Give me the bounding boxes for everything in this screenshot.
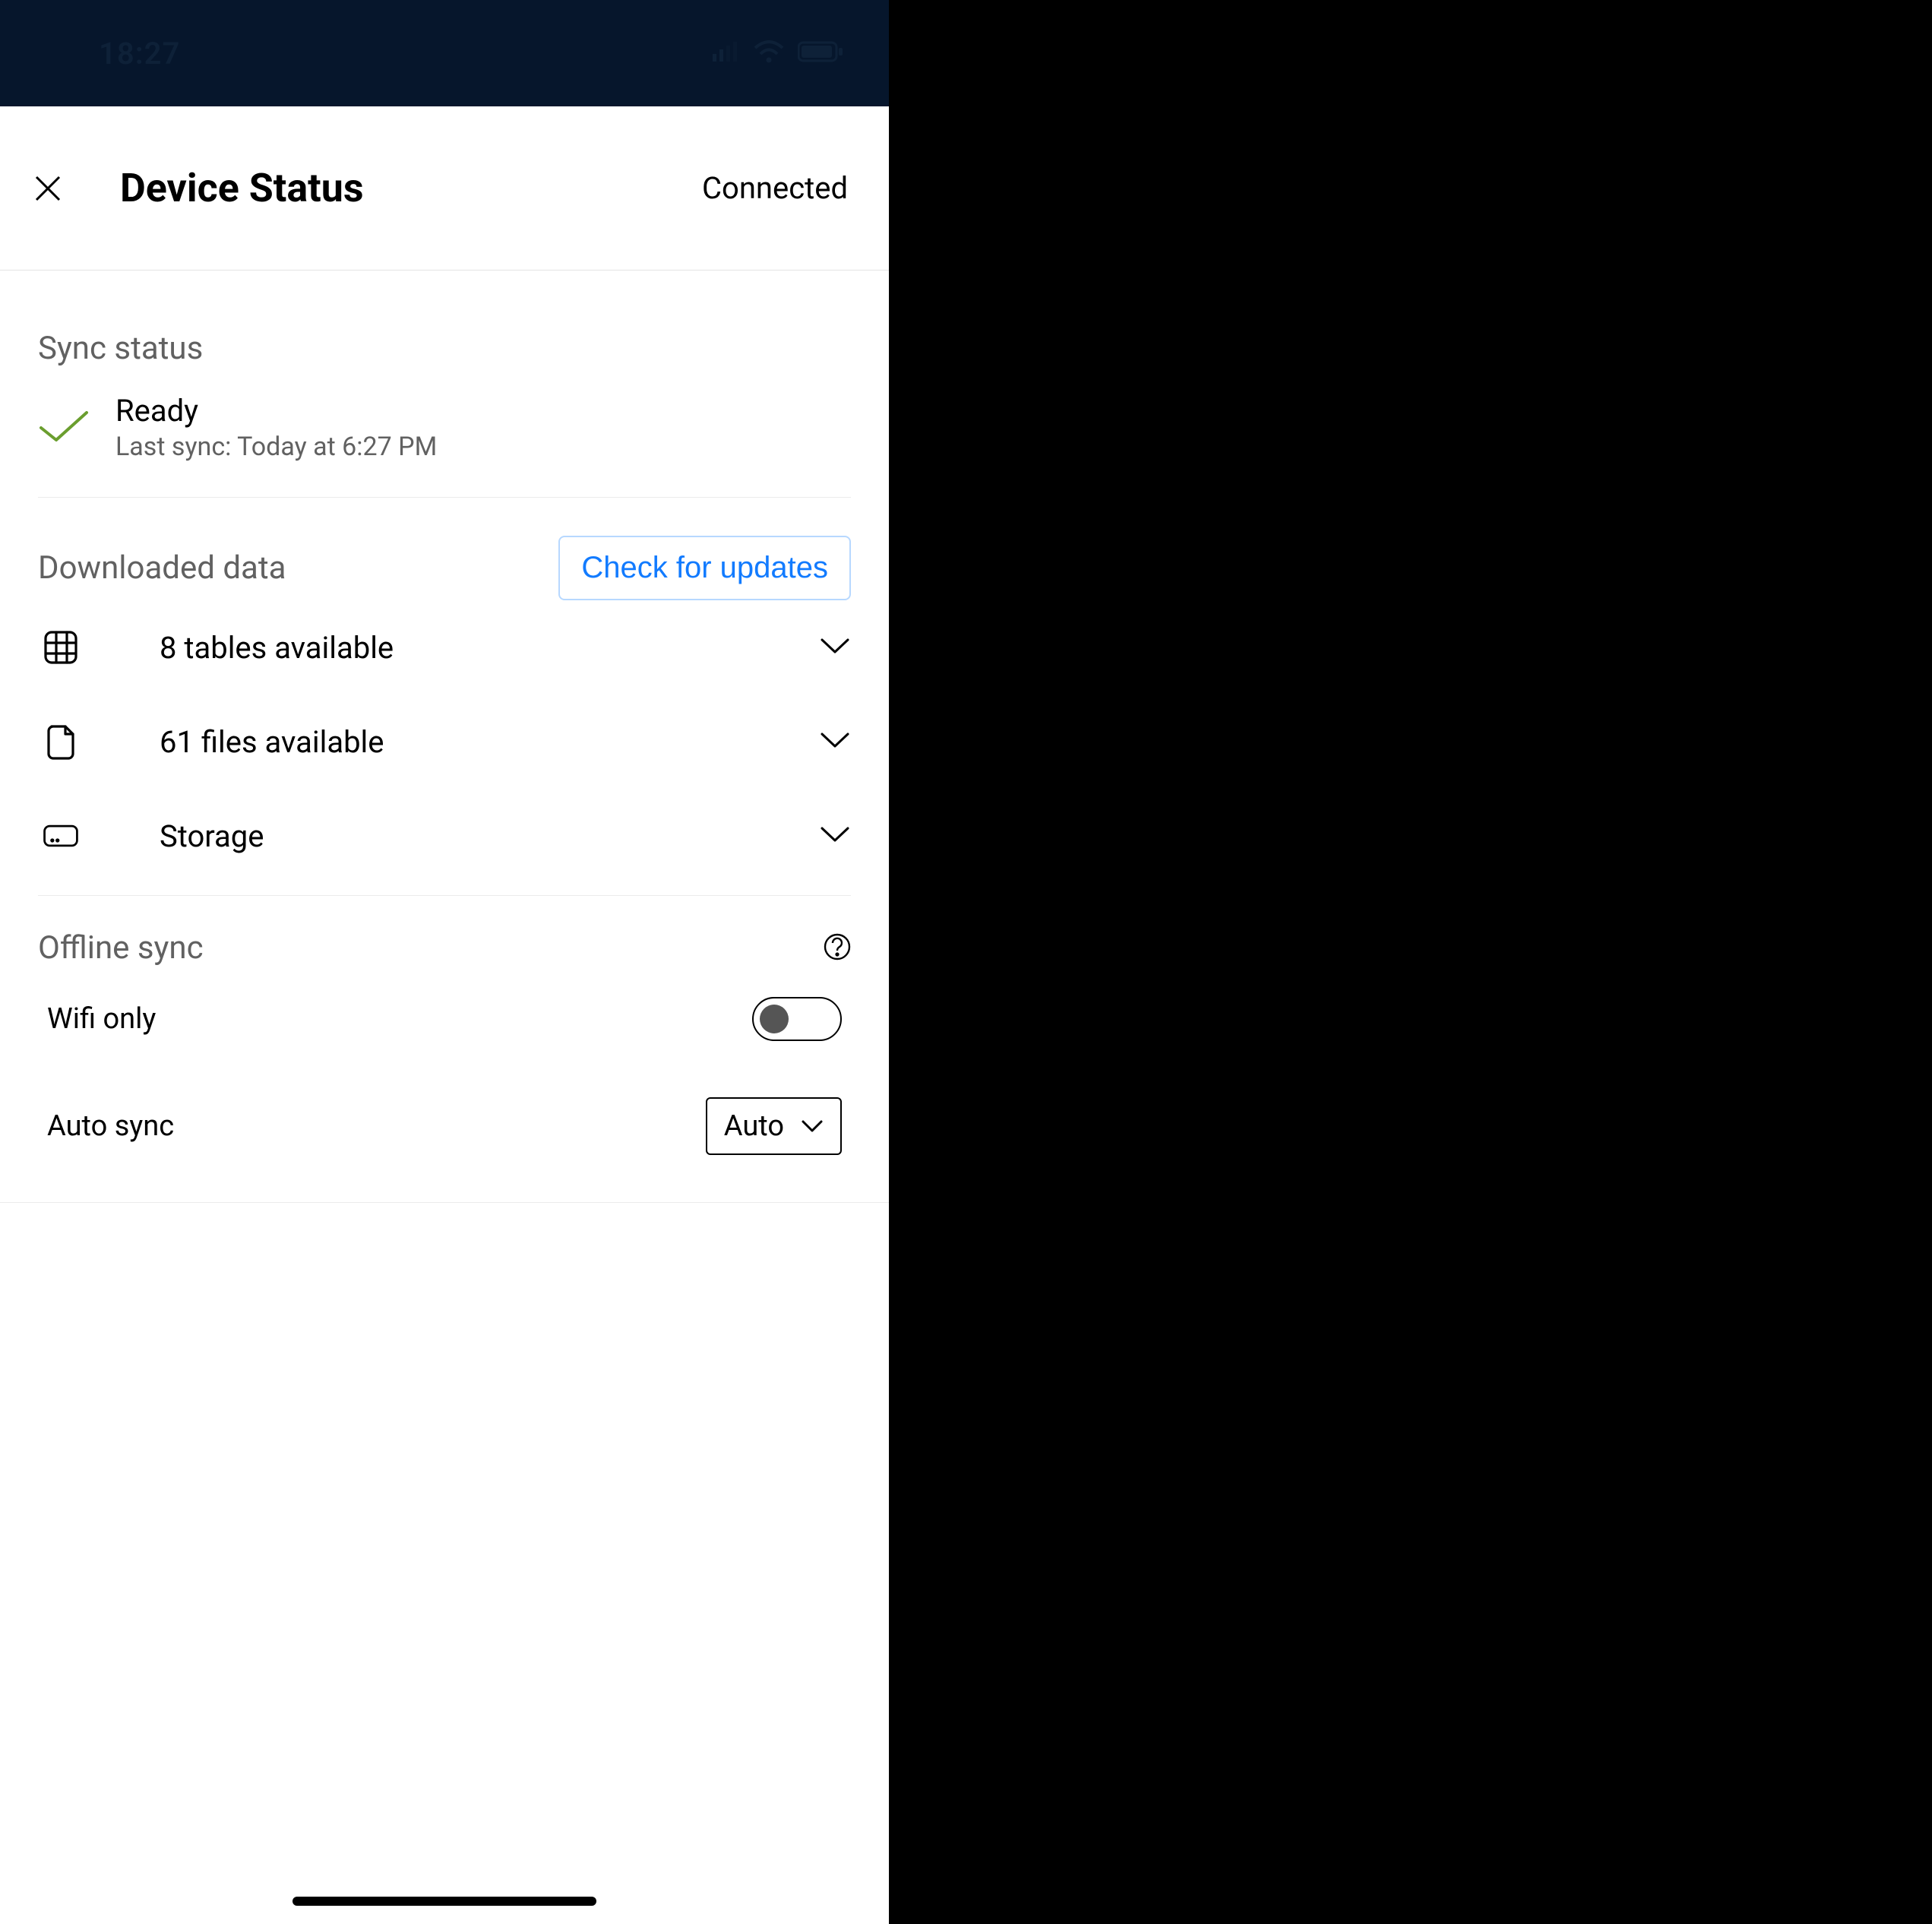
- downloaded-data-heading: Downloaded data: [38, 549, 286, 587]
- battery-icon: [798, 41, 843, 65]
- cellular-icon: [713, 42, 740, 65]
- app-screen: 18:27 Device Status Connected Sync statu…: [0, 0, 889, 1924]
- close-icon: [33, 173, 63, 204]
- auto-sync-label: Auto sync: [47, 1109, 174, 1143]
- close-button[interactable]: [29, 169, 67, 207]
- connection-status: Connected: [702, 170, 848, 206]
- auto-sync-select[interactable]: Auto: [706, 1097, 842, 1155]
- tables-row[interactable]: 8 tables available: [38, 600, 851, 695]
- offline-sync-section: Offline sync Wifi only Auto sync Auto: [0, 896, 889, 1203]
- file-icon: [41, 722, 81, 761]
- auto-sync-row: Auto sync Auto: [38, 1055, 851, 1169]
- sync-status-text: Ready Last sync: Today at 6:27 PM: [115, 393, 437, 462]
- chevron-down-icon: [801, 1119, 824, 1134]
- sync-status-heading: Sync status: [38, 330, 851, 367]
- downloaded-data-section: Downloaded data Check for updates 8 tabl…: [0, 498, 889, 896]
- nav-bar: Device Status Connected: [0, 106, 889, 271]
- storage-label: Storage: [160, 818, 793, 854]
- check-updates-button[interactable]: Check for updates: [558, 536, 851, 600]
- chevron-down-icon: [819, 635, 851, 660]
- wifi-only-toggle[interactable]: [752, 997, 842, 1041]
- page-title: Device Status: [120, 165, 649, 211]
- wifi-only-row: Wifi only: [38, 967, 851, 1055]
- storage-icon: [41, 816, 81, 856]
- help-icon[interactable]: [824, 933, 851, 964]
- chevron-down-icon: [819, 824, 851, 848]
- storage-row[interactable]: Storage: [38, 789, 851, 883]
- status-bar: 18:27: [0, 0, 889, 106]
- auto-sync-value: Auto: [724, 1109, 784, 1143]
- wifi-icon: [754, 40, 784, 66]
- chevron-down-icon: [819, 729, 851, 754]
- status-time: 18:27: [99, 36, 180, 71]
- checkmark-icon: [38, 408, 90, 448]
- sync-state-label: Ready: [115, 393, 437, 429]
- last-sync-label: Last sync: Today at 6:27 PM: [115, 432, 437, 462]
- status-icons: [713, 40, 843, 66]
- sync-status-section: Sync status Ready Last sync: Today at 6:…: [0, 271, 889, 498]
- wifi-only-label: Wifi only: [47, 1002, 156, 1036]
- files-label: 61 files available: [160, 724, 793, 760]
- toggle-knob: [760, 1005, 789, 1033]
- home-indicator[interactable]: [292, 1897, 596, 1906]
- table-icon: [41, 628, 81, 667]
- tables-label: 8 tables available: [160, 630, 793, 666]
- sync-status-row: Ready Last sync: Today at 6:27 PM: [38, 367, 851, 498]
- offline-sync-heading: Offline sync: [38, 929, 204, 967]
- files-row[interactable]: 61 files available: [38, 695, 851, 789]
